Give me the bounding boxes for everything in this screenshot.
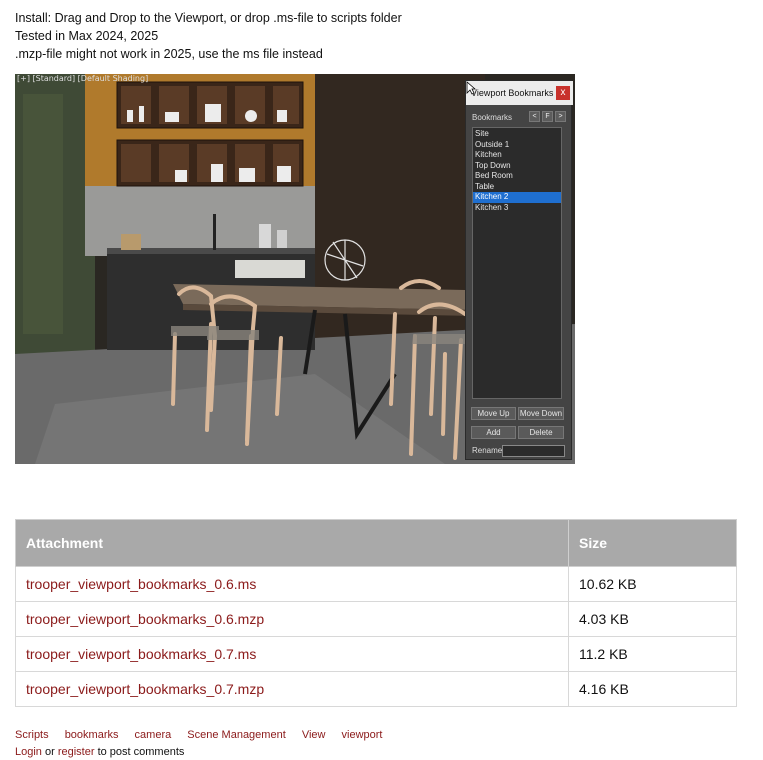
register-link[interactable]: register xyxy=(58,746,95,758)
bookmark-list[interactable]: Site Outside 1 Kitchen Top Down Bed Room… xyxy=(472,127,562,399)
tag-link[interactable]: Scene Management xyxy=(187,729,285,741)
login-suffix-text: to post comments xyxy=(94,746,185,758)
bookmark-item[interactable]: Site xyxy=(473,129,561,140)
login-link[interactable]: Login xyxy=(15,746,42,758)
viewport-label[interactable]: [+] [Standard] [Default Shading] xyxy=(17,74,148,83)
close-icon[interactable]: x xyxy=(556,86,570,100)
bookmark-item[interactable]: Outside 1 xyxy=(473,140,561,151)
add-bookmark-button[interactable]: Add xyxy=(471,426,516,439)
bookmark-item[interactable]: Kitchen 3 xyxy=(473,203,561,214)
viewport-bookmarks-panel: Viewport Bookmarks x Bookmarks < F > Sit… xyxy=(465,80,573,460)
attachment-link[interactable]: trooper_viewport_bookmarks_0.6.ms xyxy=(15,566,569,602)
bookmarks-heading: Bookmarks xyxy=(472,113,513,122)
rename-input[interactable] xyxy=(502,445,565,457)
table-header-row: Attachment Size xyxy=(15,519,737,567)
instruction-line: Install: Drag and Drop to the Viewport, … xyxy=(15,11,402,25)
tag-links: Scripts bookmarks camera Scene Managemen… xyxy=(15,729,396,741)
size-column-header: Size xyxy=(568,519,737,567)
table-row: trooper_viewport_bookmarks_0.7.mzp 4.16 … xyxy=(15,671,737,707)
move-up-button[interactable]: Move Up xyxy=(471,407,516,420)
bookmark-item[interactable]: Kitchen xyxy=(473,150,561,161)
attachment-size: 4.03 KB xyxy=(568,601,737,637)
bookmark-item[interactable]: Bed Room xyxy=(473,171,561,182)
bookmark-item[interactable]: Table xyxy=(473,182,561,193)
instruction-line: Tested in Max 2024, 2025 xyxy=(15,29,159,43)
tag-link[interactable]: Scripts xyxy=(15,729,49,741)
tag-link[interactable]: View xyxy=(302,729,326,741)
mouse-cursor-icon xyxy=(466,81,476,95)
rename-label: Rename xyxy=(472,446,503,455)
move-down-button[interactable]: Move Down xyxy=(518,407,564,420)
attachment-link[interactable]: trooper_viewport_bookmarks_0.6.mzp xyxy=(15,601,569,637)
tag-link[interactable]: bookmarks xyxy=(65,729,119,741)
delete-bookmark-button[interactable]: Delete xyxy=(518,426,564,439)
attachment-size: 4.16 KB xyxy=(568,671,737,707)
next-bookmark-button[interactable]: > xyxy=(555,111,566,122)
viewport-screenshot: [+] [Standard] [Default Shading] Viewpor… xyxy=(15,74,575,464)
table-row: trooper_viewport_bookmarks_0.6.ms 10.62 … xyxy=(15,566,737,602)
first-bookmark-button[interactable]: F xyxy=(542,111,553,122)
bookmark-item-selected[interactable]: Kitchen 2 xyxy=(473,192,561,203)
comment-login-note: Login or register to post comments xyxy=(15,746,184,758)
bookmark-item[interactable]: Top Down xyxy=(473,161,561,172)
install-instructions: Install: Drag and Drop to the Viewport, … xyxy=(15,9,402,63)
attachments-table: Attachment Size trooper_viewport_bookmar… xyxy=(15,519,737,707)
attachment-size: 11.2 KB xyxy=(568,636,737,672)
attachment-column-header: Attachment xyxy=(15,519,569,567)
table-row: trooper_viewport_bookmarks_0.7.ms 11.2 K… xyxy=(15,636,737,672)
attachment-link[interactable]: trooper_viewport_bookmarks_0.7.ms xyxy=(15,636,569,672)
table-row: trooper_viewport_bookmarks_0.6.mzp 4.03 … xyxy=(15,601,737,637)
login-or-text: or xyxy=(41,746,58,758)
attachment-size: 10.62 KB xyxy=(568,566,737,602)
instruction-line: .mzp-file might not work in 2025, use th… xyxy=(15,47,323,61)
attachment-link[interactable]: trooper_viewport_bookmarks_0.7.mzp xyxy=(15,671,569,707)
prev-bookmark-button[interactable]: < xyxy=(529,111,540,122)
bookmark-nav: < F > xyxy=(529,111,566,122)
tag-link[interactable]: viewport xyxy=(342,729,383,741)
tag-link[interactable]: camera xyxy=(135,729,172,741)
